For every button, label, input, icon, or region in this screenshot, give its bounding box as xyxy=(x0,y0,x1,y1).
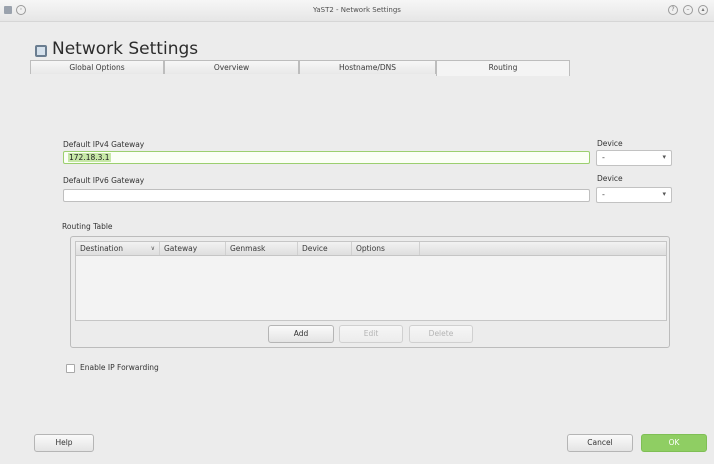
chevron-down-icon: ▾ xyxy=(662,153,666,161)
page-title: Network Settings xyxy=(52,39,199,59)
help-icon[interactable]: ? xyxy=(668,5,678,15)
ipv6-gateway-input[interactable] xyxy=(63,189,590,202)
window-titlebar: ◦ YaST2 - Network Settings ? – ▴ xyxy=(0,0,714,22)
ip-forwarding-label[interactable]: Enable IP Forwarding xyxy=(80,363,159,372)
tab-hostname-dns[interactable]: Hostname/DNS xyxy=(299,60,436,74)
column-header-device[interactable]: Device xyxy=(298,242,352,255)
chevron-down-icon: ▾ xyxy=(662,190,666,198)
ipv6-device-select[interactable]: - ▾ xyxy=(596,187,672,203)
ipv6-device-label: Device xyxy=(597,174,623,183)
column-header-filler xyxy=(420,242,666,255)
ipv4-gateway-value: 172.18.3.1 xyxy=(68,153,111,162)
column-header-gateway[interactable]: Gateway xyxy=(160,242,226,255)
routing-table-label: Routing Table xyxy=(62,222,113,231)
help-button[interactable]: Help xyxy=(34,434,94,452)
ipv4-gateway-label: Default IPv4 Gateway xyxy=(63,140,145,149)
ip-forwarding-checkbox[interactable] xyxy=(66,364,75,373)
column-header-label: Destination xyxy=(80,244,124,253)
routing-table[interactable]: Destination ∨ Gateway Genmask Device Opt… xyxy=(75,241,667,321)
sort-down-icon: ∨ xyxy=(150,245,155,252)
routing-table-header: Destination ∨ Gateway Genmask Device Opt… xyxy=(76,242,666,256)
tab-overview[interactable]: Overview xyxy=(164,60,299,74)
ipv6-device-value: - xyxy=(602,190,605,199)
page-header: Network Settings xyxy=(34,38,198,60)
network-icon xyxy=(34,43,47,57)
tab-routing[interactable]: Routing xyxy=(436,60,570,76)
ipv4-device-select[interactable]: - ▾ xyxy=(596,150,672,166)
ipv4-device-value: - xyxy=(602,153,605,162)
ok-button[interactable]: OK xyxy=(641,434,707,452)
maximize-icon[interactable]: ▴ xyxy=(698,5,708,15)
column-header-genmask[interactable]: Genmask xyxy=(226,242,298,255)
column-header-options[interactable]: Options xyxy=(352,242,420,255)
ipv6-gateway-label: Default IPv6 Gateway xyxy=(63,176,145,185)
delete-button[interactable]: Delete xyxy=(409,325,473,343)
column-header-destination[interactable]: Destination ∨ xyxy=(76,242,160,255)
ipv4-gateway-input[interactable]: 172.18.3.1 xyxy=(63,151,590,164)
ipv4-device-label: Device xyxy=(597,139,623,148)
window-title: YaST2 - Network Settings xyxy=(313,6,401,14)
minimize-icon[interactable]: – xyxy=(683,5,693,15)
tab-bar: Global Options Overview Hostname/DNS Rou… xyxy=(30,60,570,76)
cancel-button[interactable]: Cancel xyxy=(567,434,633,452)
edit-button[interactable]: Edit xyxy=(339,325,403,343)
tab-global-options[interactable]: Global Options xyxy=(30,60,164,74)
add-button[interactable]: Add xyxy=(268,325,334,343)
